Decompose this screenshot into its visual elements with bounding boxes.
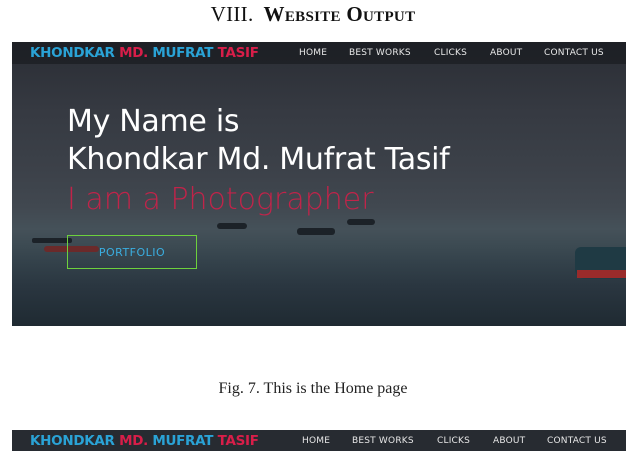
hero-line-1: My Name is [67, 104, 240, 139]
hero-subtitle: I am a Photographer [67, 182, 374, 217]
brand-part-4: TASIF [217, 433, 259, 449]
brand-part-3: MUFRAT [152, 45, 214, 61]
section-heading: VIII. WEBSITE OUTPUT [0, 2, 626, 32]
site-navbar: KHONDKAR MD. MUFRAT TASIF HOME BEST WORK… [12, 42, 626, 64]
section-title-rest-2: UTPUT [363, 9, 416, 25]
section-title-rest-1: EBSITE [284, 9, 341, 25]
brand-part-2: MD. [119, 433, 148, 449]
portfolio-button[interactable]: PORTFOLIO [67, 235, 197, 269]
boat-shape [577, 270, 626, 278]
nav-about[interactable]: ABOUT [490, 48, 522, 58]
nav-best-works[interactable]: BEST WORKS [349, 48, 411, 58]
nav-contact-us[interactable]: CONTACT US [544, 48, 604, 58]
boat-shape [32, 238, 72, 243]
nav-about[interactable]: ABOUT [493, 436, 525, 446]
nav-clicks[interactable]: CLICKS [434, 48, 467, 58]
boat-shape [297, 228, 335, 235]
homepage-screenshot: KHONDKAR MD. MUFRAT TASIF HOME BEST WORK… [12, 42, 626, 326]
figure-caption: Fig. 7. This is the Home page [218, 380, 408, 397]
nav-contact-us[interactable]: CONTACT US [547, 436, 607, 446]
section-number: VIII. [210, 2, 254, 26]
site-brand-second[interactable]: KHONDKAR MD. MUFRAT TASIF [30, 433, 259, 449]
nav-best-works[interactable]: BEST WORKS [352, 436, 414, 446]
brand-part-1: KHONDKAR [30, 433, 115, 449]
nav-home[interactable]: HOME [302, 436, 330, 446]
brand-part-1: KHONDKAR [30, 45, 115, 61]
boat-shape [217, 223, 247, 229]
brand-part-3: MUFRAT [152, 433, 214, 449]
hero-line-2: Khondkar Md. Mufrat Tasif [67, 142, 450, 177]
section-title-cap-2: O [346, 2, 364, 26]
boat-shape [347, 219, 375, 225]
brand-part-4: TASIF [217, 45, 259, 61]
site-navbar-second: KHONDKAR MD. MUFRAT TASIF HOME BEST WORK… [12, 430, 626, 451]
nav-clicks[interactable]: CLICKS [437, 436, 470, 446]
section-title-cap-1: W [263, 2, 285, 26]
nav-home[interactable]: HOME [299, 48, 327, 58]
brand-part-2: MD. [119, 45, 148, 61]
site-brand[interactable]: KHONDKAR MD. MUFRAT TASIF [30, 45, 259, 61]
